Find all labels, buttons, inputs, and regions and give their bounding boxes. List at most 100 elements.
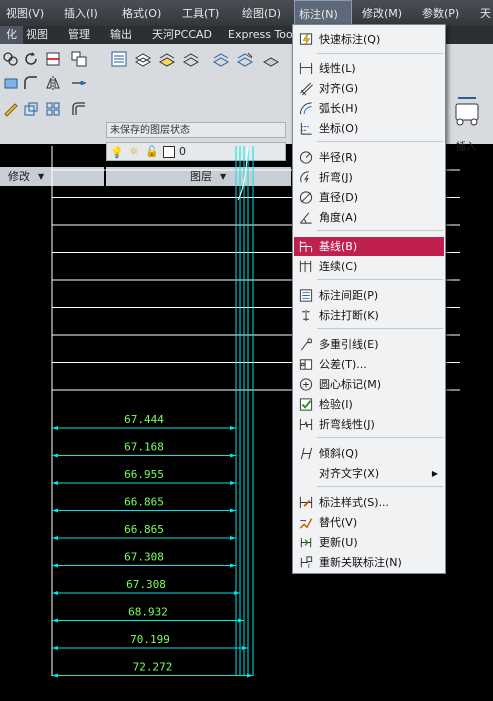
dimension-text: 67.308 xyxy=(124,551,164,564)
menu-item-jogged-linear[interactable]: 折弯线性(J) xyxy=(294,415,444,434)
menu-item-continue[interactable]: 连续(C) xyxy=(294,257,444,276)
update-icon xyxy=(298,535,314,550)
angular-icon xyxy=(298,210,314,225)
menu-item-label: 弧长(H) xyxy=(319,102,358,115)
layer-match-icon[interactable] xyxy=(158,50,176,68)
tab-pccad[interactable]: 天河PCCAD xyxy=(146,26,218,44)
menu-item-override[interactable]: 替代(V) xyxy=(294,513,444,532)
menu-item-label: 标注间距(P) xyxy=(319,289,379,302)
stretch-icon[interactable] xyxy=(2,74,20,92)
menu-item-label: 连续(C) xyxy=(319,260,358,273)
tab-manage[interactable]: 管理 xyxy=(62,26,96,44)
dimension-text: 70.199 xyxy=(130,633,170,646)
radius-icon xyxy=(298,150,314,165)
rotate-icon[interactable] xyxy=(22,50,40,68)
menu-item-dimension-style[interactable]: 标注样式(S)... xyxy=(294,493,444,512)
dimension-arrow xyxy=(230,481,236,485)
offset-icon[interactable] xyxy=(70,100,88,118)
dimension-arrow xyxy=(230,508,236,513)
menu-bar: 视图(V) 插入(I) 格式(O) 工具(T) 绘图(D) 标注(N) 修改(M… xyxy=(0,0,493,26)
dimension-text: 66.865 xyxy=(124,496,164,509)
dimension-arrow xyxy=(230,453,236,458)
menu-item-oblique[interactable]: 倾斜(Q) xyxy=(294,444,444,463)
dimension-break-icon xyxy=(298,308,314,323)
menu-insert[interactable]: 插入(I) xyxy=(60,0,102,26)
layer-states-icon[interactable] xyxy=(134,50,152,68)
menu-item-label: 标注打断(K) xyxy=(319,309,379,322)
menu-item-inspection[interactable]: 检验(I) xyxy=(294,395,444,414)
menu-item-aligned-dimension[interactable]: 对齐(G) xyxy=(294,79,444,98)
menu-draw[interactable]: 绘图(D) xyxy=(238,0,285,26)
scale-icon[interactable] xyxy=(22,100,40,118)
menu-separator xyxy=(317,486,443,487)
submenu-arrow-icon: ▶ xyxy=(431,469,438,478)
menu-item-update[interactable]: 更新(U) xyxy=(294,533,444,552)
menu-item-angular[interactable]: 角度(A) xyxy=(294,208,444,227)
dimension-text: 67.444 xyxy=(124,413,164,426)
fillet-icon[interactable] xyxy=(22,74,40,92)
mirror-icon[interactable] xyxy=(44,74,62,92)
dimension-text: 68.932 xyxy=(128,606,168,619)
dimension-arrow xyxy=(52,481,58,485)
menu-item-jogged[interactable]: 折弯(J) xyxy=(294,168,444,187)
layer-freeze-icon[interactable] xyxy=(262,50,280,68)
menu-item-diameter[interactable]: 直径(D) xyxy=(294,188,444,207)
layer-isolate-icon[interactable] xyxy=(212,50,230,68)
copy-icon[interactable] xyxy=(2,50,20,68)
explode-icon[interactable] xyxy=(70,74,88,92)
menu-window[interactable]: 天 xyxy=(476,0,493,26)
menu-item-dimension-break[interactable]: 标注打断(K) xyxy=(294,306,444,325)
dimension-space-icon xyxy=(298,288,314,303)
ordinate-icon xyxy=(298,121,314,136)
menu-item-center-mark[interactable]: 圆心标记(M) xyxy=(294,375,444,394)
dimension-arrow xyxy=(230,563,236,568)
menu-separator xyxy=(317,328,443,329)
menu-item-label: 公差(T)... xyxy=(319,358,367,371)
menu-dimension[interactable]: 标注(N) xyxy=(294,0,352,26)
multileader-icon xyxy=(298,337,314,352)
layer-state-dropdown[interactable]: 未保存的图层状态 xyxy=(106,122,286,138)
menu-item-align-text[interactable]: 对齐文字(X) ▶ xyxy=(294,464,444,483)
menu-item-arc-length[interactable]: 弧长(H) xyxy=(294,99,444,118)
menu-item-label: 检验(I) xyxy=(319,398,353,411)
menu-item-label: 重新关联标注(N) xyxy=(319,556,402,569)
menu-item-label: 角度(A) xyxy=(319,211,358,224)
dimension-arrow xyxy=(52,536,58,540)
dimension-arrow xyxy=(238,618,244,623)
inspection-icon xyxy=(298,397,314,412)
tab-view[interactable]: 视图 xyxy=(20,26,54,44)
menu-item-label: 线性(L) xyxy=(319,62,356,75)
menu-tools[interactable]: 工具(T) xyxy=(178,0,223,26)
menu-item-label: 对齐文字(X) xyxy=(319,467,380,480)
menu-item-label: 半径(R) xyxy=(319,151,358,164)
dimension-text: 67.308 xyxy=(126,578,166,591)
erase-icon[interactable] xyxy=(2,100,20,118)
menu-separator xyxy=(317,141,443,142)
oblique-icon xyxy=(298,446,314,461)
layer-previous-icon[interactable] xyxy=(182,50,200,68)
menu-item-dimension-space[interactable]: 标注间距(P) xyxy=(294,286,444,305)
menu-view[interactable]: 视图(V) xyxy=(2,0,48,26)
dimension-text: 72.272 xyxy=(133,661,173,674)
menu-item-baseline[interactable]: 基线(B) xyxy=(294,237,444,256)
array-icon[interactable] xyxy=(70,50,88,68)
menu-parametric[interactable]: 参数(P) xyxy=(418,0,463,26)
override-icon xyxy=(298,515,314,530)
menu-modify[interactable]: 修改(M) xyxy=(358,0,406,26)
menu-item-linear-dimension[interactable]: 线性(L) xyxy=(294,59,444,78)
diameter-icon xyxy=(298,190,314,205)
layer-properties-icon[interactable] xyxy=(110,50,128,68)
dimension-arrow xyxy=(242,646,248,650)
menu-item-multileader[interactable]: 多重引线(E) xyxy=(294,335,444,354)
menu-item-reassociate[interactable]: 重新关联标注(N) xyxy=(294,553,444,572)
trim-icon[interactable] xyxy=(44,50,62,68)
menu-item-tolerance[interactable]: 公差(T)... xyxy=(294,355,444,374)
tab-output[interactable]: 输出 xyxy=(104,26,138,44)
menu-item-radius[interactable]: 半径(R) xyxy=(294,148,444,167)
menu-format[interactable]: 格式(O) xyxy=(118,0,165,26)
menu-item-quick-dimension[interactable]: 快速标注(Q) xyxy=(294,30,444,49)
dimension-arrow xyxy=(52,563,58,568)
grid-array-icon[interactable] xyxy=(44,100,62,118)
layer-unisolate-icon[interactable] xyxy=(236,50,254,68)
menu-item-ordinate[interactable]: 坐标(O) xyxy=(294,119,444,138)
